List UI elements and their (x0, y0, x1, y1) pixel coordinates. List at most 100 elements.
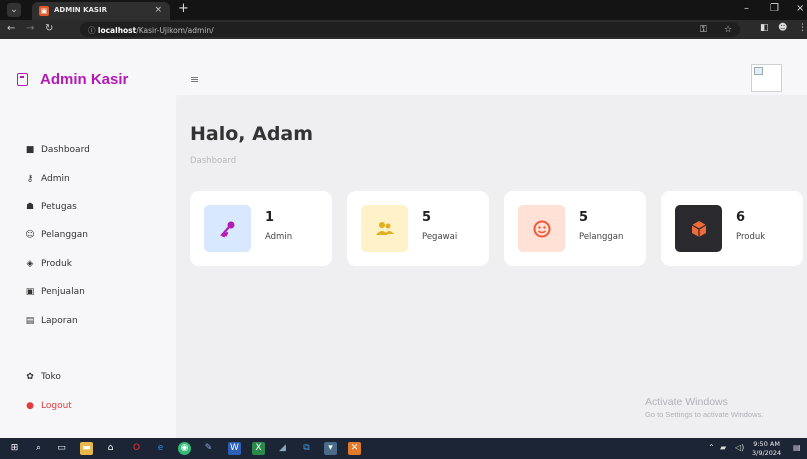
stat-label: Pelanggan (579, 232, 624, 242)
box-icon (675, 205, 722, 252)
clock[interactable]: 9:50 AM 3/9/2024 (752, 440, 781, 458)
stat-card-pegawai[interactable]: 5 Pegawai (347, 191, 489, 266)
users-icon: ☗ (25, 202, 35, 212)
close-window-button[interactable]: × (796, 3, 804, 14)
sidebar-item-admin[interactable]: ⚷ Admin (25, 172, 70, 186)
site-info-icon[interactable]: ⓘ (88, 26, 96, 35)
key-icon (204, 205, 251, 252)
sidebar-item-label: Laporan (41, 316, 78, 326)
activate-windows-watermark: Activate Windows Go to Settings to activ… (645, 396, 763, 419)
main-content: Halo, Adam Dashboard 1 Admin 5 Pegawai 5… (176, 95, 807, 438)
stat-value: 5 (422, 210, 432, 225)
url-host: localhost (97, 26, 137, 35)
sidebar-item-laporan[interactable]: ▤ Laporan (25, 314, 78, 328)
sidebar-item-penjualan[interactable]: ▣ Penjualan (25, 285, 85, 299)
windows-start-icon[interactable]: ⊞ (8, 442, 21, 455)
windows-taskbar: ⊞ ⌕ ▭ ▬ ⌂ O e ◉ ✎ W X ◢ ⧉ ▾ ✕ ⌃ ▰ ◁) 9:5… (0, 438, 807, 459)
watermark-subtitle: Go to Settings to activate Windows. (645, 410, 764, 419)
excel-icon[interactable]: X (252, 442, 265, 455)
browser-tab-bar: ⌄ ▣ ADMIN KASIR × + – ❐ × (0, 0, 807, 20)
xampp-icon[interactable]: ✕ (348, 442, 361, 455)
profile-icon[interactable]: ☻ (778, 23, 787, 33)
address-bar[interactable]: ⓘ localhost/Kasir-Ujikom/admin/ ⚿ ☆ (80, 22, 740, 37)
brand-title: Admin Kasir (40, 71, 129, 88)
tab-close-icon[interactable]: × (154, 5, 162, 15)
brand[interactable]: Admin Kasir (17, 71, 128, 88)
clock-time: 9:50 AM (753, 440, 780, 448)
sidepanel-icon[interactable]: ◧ (760, 23, 769, 33)
box-icon: ◈ (26, 259, 34, 269)
tab-search-button[interactable]: ⌄ (7, 3, 21, 17)
reload-icon[interactable]: ↻ (45, 23, 53, 34)
sidebar-item-pelanggan[interactable]: ☺ Pelanggan (25, 228, 88, 242)
stat-card-pelanggan[interactable]: 5 Pelanggan (504, 191, 646, 266)
smile-icon: ☺ (25, 230, 35, 240)
browser-tab[interactable]: ▣ ADMIN KASIR × (32, 2, 170, 20)
stat-label: Produk (736, 232, 766, 242)
favicon-icon: ▣ (39, 6, 49, 16)
volume-icon[interactable]: ◁) (735, 443, 744, 452)
users-icon (361, 205, 408, 252)
task-view-icon[interactable]: ▭ (55, 442, 68, 455)
gear-icon: ✿ (26, 372, 34, 382)
edge-icon[interactable]: e (154, 442, 167, 455)
opera-icon[interactable]: O (130, 442, 143, 455)
cart-icon: ▣ (25, 287, 35, 297)
forward-icon[interactable]: → (26, 23, 34, 34)
sidebar-item-logout[interactable]: ● Logout (25, 399, 72, 413)
sidebar-item-produk[interactable]: ◈ Produk (25, 257, 72, 271)
tray-chevron-icon[interactable]: ⌃ (708, 443, 715, 452)
avatar[interactable] (751, 64, 782, 92)
sidebar-item-dashboard[interactable]: ■ Dashboard (25, 143, 90, 157)
word-icon[interactable]: W (228, 442, 241, 455)
sidebar-item-label: Pelanggan (41, 230, 89, 240)
register-icon (17, 73, 28, 86)
stat-card-admin[interactable]: 1 Admin (190, 191, 332, 266)
tab-title: ADMIN KASIR (54, 6, 107, 14)
sidebar-item-label: Petugas (41, 202, 77, 212)
url-text: ⓘ localhost/Kasir-Ujikom/admin/ (88, 25, 214, 36)
grid-icon: ■ (25, 145, 35, 155)
watermark-title: Activate Windows (645, 396, 728, 408)
page-title: Halo, Adam (190, 123, 314, 145)
vscode-icon[interactable]: ⧉ (300, 442, 313, 455)
hamburger-menu-icon[interactable]: ≡ (190, 73, 199, 86)
stat-value: 6 (736, 210, 746, 225)
sidebar-item-label: Produk (41, 259, 72, 269)
clock-date: 3/9/2024 (752, 449, 782, 457)
stat-value: 1 (265, 210, 275, 225)
pen-icon[interactable]: ✎ (202, 442, 215, 455)
new-tab-button[interactable]: + (178, 2, 189, 16)
sidebar-item-label: Penjualan (41, 287, 85, 297)
bookmark-star-icon[interactable]: ☆ (724, 25, 732, 35)
smile-icon (518, 205, 565, 252)
search-icon[interactable]: ⌕ (32, 442, 45, 455)
back-icon[interactable]: ← (7, 23, 15, 34)
sidebar-item-petugas[interactable]: ☗ Petugas (25, 200, 77, 214)
maximize-button[interactable]: ❐ (770, 3, 779, 14)
top-header: ≡ (176, 39, 807, 95)
notifications-icon[interactable]: ▤ (793, 443, 801, 452)
stat-value: 5 (579, 210, 589, 225)
browser-menu-icon[interactable]: ⋮ (798, 23, 807, 33)
breadcrumb: Dashboard (190, 156, 237, 166)
stat-card-produk[interactable]: 6 Produk (661, 191, 803, 266)
browser-toolbar: ← → ↻ ⓘ localhost/Kasir-Ujikom/admin/ ⚿ … (0, 20, 807, 39)
sidebar-item-toko[interactable]: ✿ Toko (25, 370, 61, 384)
minimize-button[interactable]: – (744, 3, 749, 14)
app-icon[interactable]: ◢ (276, 442, 289, 455)
sidebar-item-label: Logout (41, 401, 72, 411)
document-icon: ▤ (25, 316, 35, 326)
stat-label: Admin (265, 232, 293, 242)
tool-icon[interactable]: ▾ (324, 442, 337, 455)
sidebar-item-label: Toko (41, 372, 61, 382)
logout-icon: ● (26, 401, 34, 411)
network-icon[interactable]: ▰ (720, 443, 726, 452)
store-icon[interactable]: ⌂ (104, 442, 117, 455)
sidebar-item-label: Admin (41, 174, 70, 184)
password-key-icon[interactable]: ⚿ (700, 25, 707, 35)
url-path: /Kasir-Ujikom/admin/ (136, 26, 214, 35)
chrome-icon[interactable]: ◉ (178, 442, 191, 455)
sidebar: Admin Kasir ■ Dashboard ⚷ Admin ☗ Petuga… (0, 39, 176, 438)
file-explorer-icon[interactable]: ▬ (80, 442, 93, 455)
